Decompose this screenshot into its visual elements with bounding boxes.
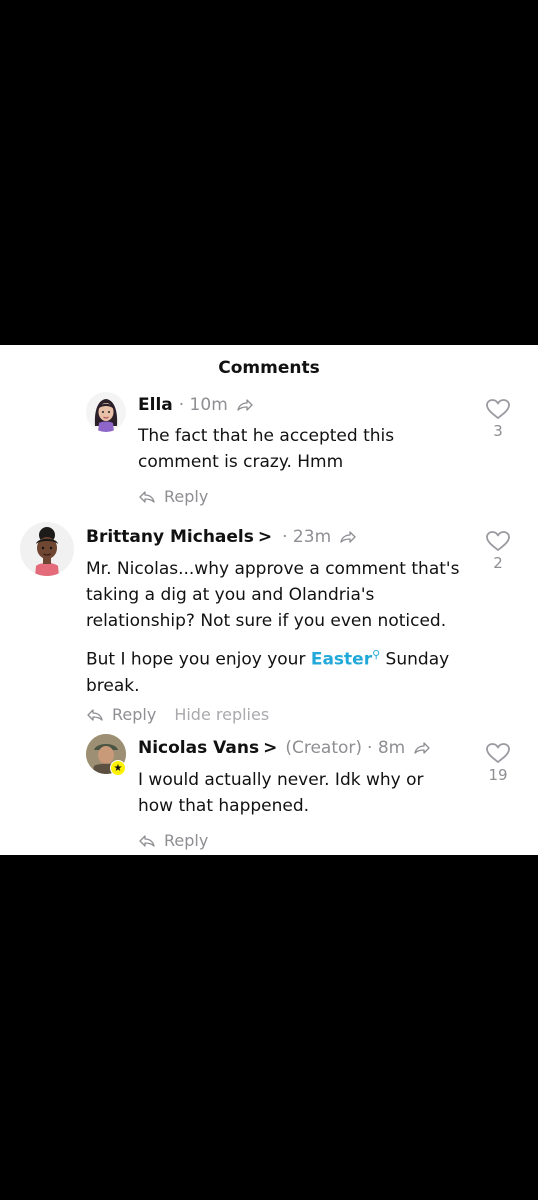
share-arrow-icon[interactable] <box>413 741 431 755</box>
comment-author[interactable]: Ella <box>138 395 173 415</box>
like-count: 2 <box>493 554 503 572</box>
comment-header: Ella · 10m <box>138 395 254 415</box>
comment-actions: Reply Hide replies <box>86 705 269 724</box>
avatar[interactable] <box>20 522 74 576</box>
avatar[interactable] <box>86 392 126 432</box>
search-icon: ⚲ <box>372 648 381 661</box>
chevron-right-icon[interactable]: > <box>258 527 272 547</box>
star-badge-icon: ★ <box>110 760 126 776</box>
bitmoji-icon <box>35 527 59 576</box>
heart-outline-icon <box>486 399 510 419</box>
comment-author[interactable]: Brittany Michaels <box>86 527 254 547</box>
like-button[interactable]: 19 <box>478 742 518 784</box>
heart-outline-icon <box>486 531 510 551</box>
reply-button[interactable]: Reply <box>138 831 208 850</box>
comment-header: Brittany Michaels > · 23m <box>86 527 357 547</box>
like-button[interactable]: 2 <box>478 530 518 572</box>
share-arrow-icon[interactable] <box>339 530 357 544</box>
hide-replies-button[interactable]: Hide replies <box>174 705 269 724</box>
comment-text: I would actually never. Idk why or how t… <box>138 770 424 816</box>
reply-arrow-icon <box>139 490 155 503</box>
share-arrow-icon[interactable] <box>236 398 254 412</box>
reply-button[interactable]: Reply <box>86 705 156 724</box>
comment-author[interactable]: Nicolas Vans <box>138 738 259 758</box>
comment-header: Nicolas Vans > (Creator) · 8m <box>138 738 431 758</box>
easter-link[interactable]: Easter <box>311 650 372 670</box>
heart-outline-icon <box>486 743 510 763</box>
chevron-right-icon[interactable]: > <box>263 738 277 758</box>
like-button[interactable]: 3 <box>478 398 518 440</box>
comment-text: The fact that he accepted this comment i… <box>138 426 395 472</box>
creator-badge: (Creator) <box>285 738 363 758</box>
reply-button[interactable]: Reply <box>138 487 208 506</box>
like-count: 19 <box>488 766 508 784</box>
bitmoji-icon <box>94 399 118 432</box>
comment-time: · 10m <box>178 395 228 415</box>
comment-time: · 8m <box>367 738 406 758</box>
like-count: 3 <box>493 422 503 440</box>
reply-arrow-icon <box>87 708 103 721</box>
comment-time: · 23m <box>282 527 332 547</box>
panel-title: Comments <box>218 358 320 378</box>
comments-panel: Comments Ella · 10m The fact that he acc… <box>0 345 538 855</box>
reply-arrow-icon <box>139 834 155 847</box>
comment-text: Mr. Nicolas...why approve a comment that… <box>86 559 460 696</box>
